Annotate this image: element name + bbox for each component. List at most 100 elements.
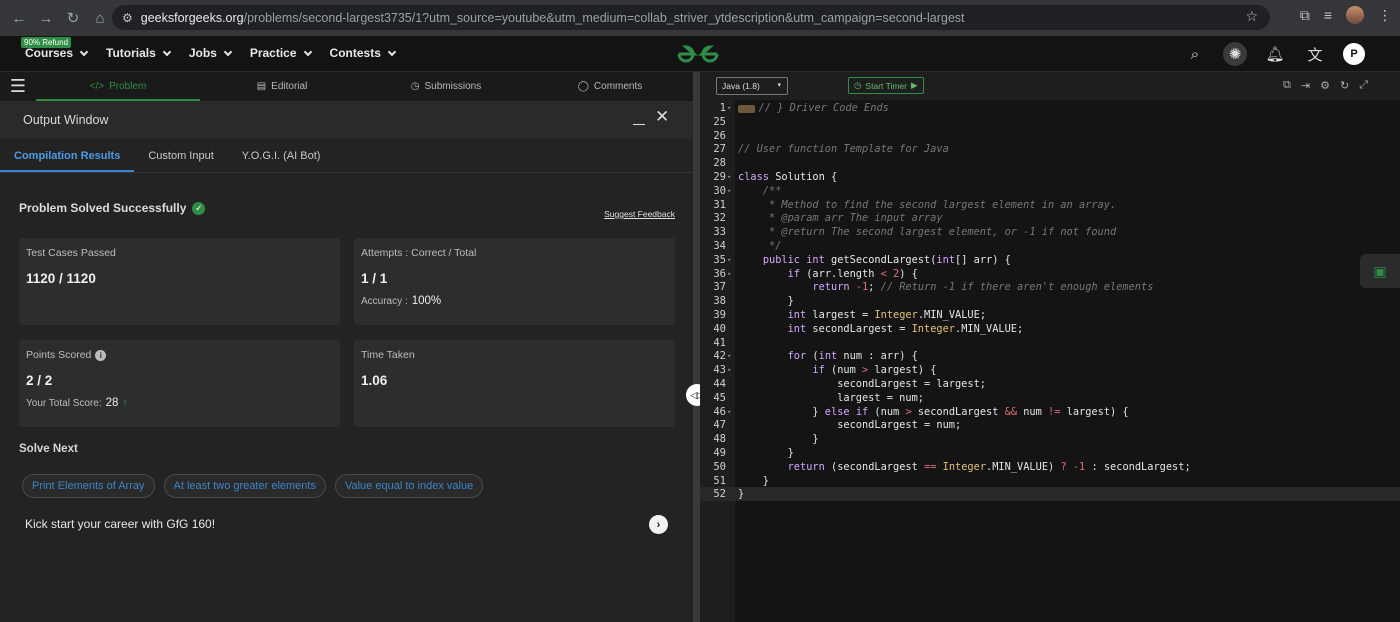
tab-problem[interactable]: </> Problem (36, 72, 200, 101)
code-line[interactable]: 27 // User function Template for Java (700, 142, 1400, 156)
code-line[interactable]: 46 ▾ } else if (num > secondLargest && nu… (700, 405, 1400, 419)
line-number: 33 (713, 226, 726, 239)
extensions-icon[interactable]: ⧉ (1300, 7, 1310, 24)
code-line[interactable]: 45 largest = num; (700, 391, 1400, 405)
fold-toggle-icon[interactable]: ▾ (727, 267, 731, 281)
home-icon[interactable]: ⌂ (87, 5, 113, 31)
fold-toggle-icon[interactable]: ▾ (727, 363, 731, 377)
bookmark-star-icon[interactable]: ☆ (1245, 8, 1258, 25)
solve-next-chip[interactable]: At least two greater elements (163, 474, 326, 498)
code-line[interactable]: 37 return -1; // Return -1 if there aren… (700, 280, 1400, 294)
code-line[interactable]: 35 ▾ public int getSecondLargest(int[] ar… (700, 253, 1400, 267)
theme-toggle-icon[interactable]: ✺ (1223, 42, 1247, 66)
fullscreen-icon[interactable]: ⤢ (1359, 79, 1368, 92)
code-line[interactable]: 34 */ (700, 239, 1400, 253)
line-number: 35 (713, 253, 726, 266)
nav-item-jobs[interactable]: Jobs (189, 46, 233, 60)
browser-chrome: ← → ↻ ⌂ ⚙ geeksforgeeks.org/problems/sec… (0, 0, 1400, 36)
nav-item-courses[interactable]: Courses (25, 46, 89, 60)
chat-icon[interactable]: ▣ (1360, 254, 1400, 288)
output-tab-0[interactable]: Compilation Results (0, 150, 135, 172)
code-line[interactable]: 36 ▾ if (arr.length < 2) { (700, 267, 1400, 281)
chevron-down-icon (223, 47, 233, 56)
back-icon[interactable]: ← (6, 5, 32, 31)
browser-menu-icon[interactable]: ⋮ (1378, 7, 1392, 24)
copy-icon[interactable]: ⧉ (1283, 79, 1291, 92)
code-line[interactable]: 43 ▾ if (num > largest) { (700, 363, 1400, 377)
close-icon[interactable]: ✕ (655, 107, 669, 127)
solve-next-chip[interactable]: Print Elements of Array (22, 474, 155, 498)
profile-avatar[interactable] (1346, 6, 1364, 24)
total-score-label: Your Total Score: (26, 397, 102, 409)
reload-icon[interactable]: ↻ (60, 5, 86, 31)
fold-toggle-icon[interactable]: ▾ (727, 349, 731, 363)
code-line[interactable]: 47 secondLargest = num; (700, 418, 1400, 432)
code-line[interactable]: 51 } (700, 474, 1400, 488)
fold-toggle-icon[interactable]: ▾ (727, 253, 731, 267)
nav-item-tutorials[interactable]: Tutorials (106, 46, 172, 60)
code-line[interactable]: 38 } (700, 294, 1400, 308)
info-icon[interactable]: i (95, 349, 107, 361)
code-line[interactable]: 25 (700, 115, 1400, 129)
suggest-feedback-link[interactable]: Suggest Feedback (604, 209, 675, 219)
fold-toggle-icon[interactable]: ▾ (727, 101, 731, 115)
fold-toggle-icon[interactable]: ▾ (727, 184, 731, 198)
code-line[interactable]: 26 (700, 129, 1400, 143)
line-number: 39 (713, 309, 726, 321)
code-line[interactable]: 32 * @param arr The input array (700, 211, 1400, 225)
solve-next-chip[interactable]: Value equal to index value (334, 474, 484, 498)
code-line[interactable]: 39 int largest = Integer.MIN_VALUE; (700, 308, 1400, 322)
code-line[interactable]: 33 * @return The second largest element,… (700, 225, 1400, 239)
notification-bell-icon[interactable]: 🔔︎ (1263, 42, 1287, 66)
code-text: * Method to find the second largest elem… (738, 198, 1117, 211)
check-circle-icon: ✓ (192, 201, 206, 215)
code-line[interactable]: 52} (700, 487, 1400, 502)
line-number: 50 (713, 460, 726, 473)
code-line[interactable]: 41 (700, 336, 1400, 350)
code-line[interactable]: 42 ▾ for (int num : arr) { (700, 349, 1400, 363)
settings-icon[interactable]: ⚙ (1320, 79, 1330, 92)
code-line[interactable]: 29 ▾ class Solution { (700, 170, 1400, 184)
editor-toolbar: Java (1.8) ▾ ◷ Start Timer ▶ ⧉ ⇥ ⚙ ↻ ⤢ (700, 72, 1400, 100)
gfg-logo-icon[interactable] (675, 42, 721, 66)
code-line[interactable]: 44 secondLargest = largest; (700, 377, 1400, 391)
output-tab-2[interactable]: Y.O.G.I. (AI Bot) (228, 150, 335, 172)
code-line[interactable]: 50 return (secondLargest == Integer.MIN_… (700, 460, 1400, 474)
hamburger-menu-icon[interactable]: ☰ (0, 76, 36, 97)
translate-icon[interactable]: 文 (1303, 42, 1327, 66)
forward-icon[interactable]: → (33, 5, 59, 31)
tab-label: Problem (109, 81, 147, 92)
code-line[interactable]: 48 } (700, 432, 1400, 446)
reading-list-icon[interactable]: ≡ (1324, 7, 1332, 23)
code-line[interactable]: 31 * Method to find the second largest e… (700, 198, 1400, 212)
gfg160-banner-text: Kick start your career with GfG 160! (25, 517, 216, 531)
tab-editorial[interactable]: ▤ Editorial (200, 72, 364, 101)
nav-item-practice[interactable]: Practice (250, 46, 312, 60)
output-tab-1[interactable]: Custom Input (134, 150, 227, 172)
fold-toggle-icon[interactable]: ▾ (727, 170, 731, 184)
tab-comments[interactable]: ◯ Comments (528, 72, 692, 101)
nav-item-contests[interactable]: Contests (330, 46, 397, 60)
code-line[interactable]: 40 int secondLargest = Integer.MIN_VALUE… (700, 322, 1400, 336)
language-select[interactable]: Java (1.8) ▾ (716, 77, 788, 95)
code-text: largest = num; (738, 391, 924, 404)
code-line[interactable]: 49 } (700, 446, 1400, 460)
panel-divider[interactable] (693, 72, 700, 622)
timer-label: Start Timer (865, 80, 907, 91)
start-timer-button[interactable]: ◷ Start Timer ▶ (848, 77, 924, 94)
code-text: return -1; // Return -1 if there aren't … (812, 281, 1154, 294)
site-settings-icon[interactable]: ⚙ (122, 11, 133, 25)
code-line[interactable]: 30 ▾ /** (700, 184, 1400, 198)
import-icon[interactable]: ⇥ (1301, 79, 1310, 92)
search-icon[interactable]: ⌕ (1183, 42, 1207, 66)
chevron-right-icon[interactable]: › (649, 515, 668, 534)
chevron-down-icon: ▾ (777, 82, 781, 89)
minimize-icon[interactable] (633, 113, 645, 125)
fold-toggle-icon[interactable]: ▾ (727, 405, 731, 419)
code-line[interactable]: 28 (700, 156, 1400, 170)
tab-submissions[interactable]: ◷ Submissions (364, 72, 528, 101)
code-line[interactable]: 1 ▾ ···// } Driver Code Ends (700, 101, 1400, 115)
reset-icon[interactable]: ↻ (1340, 79, 1349, 92)
user-avatar[interactable]: P (1343, 43, 1365, 65)
address-bar[interactable]: ⚙ geeksforgeeks.org/problems/second-larg… (112, 5, 1270, 30)
